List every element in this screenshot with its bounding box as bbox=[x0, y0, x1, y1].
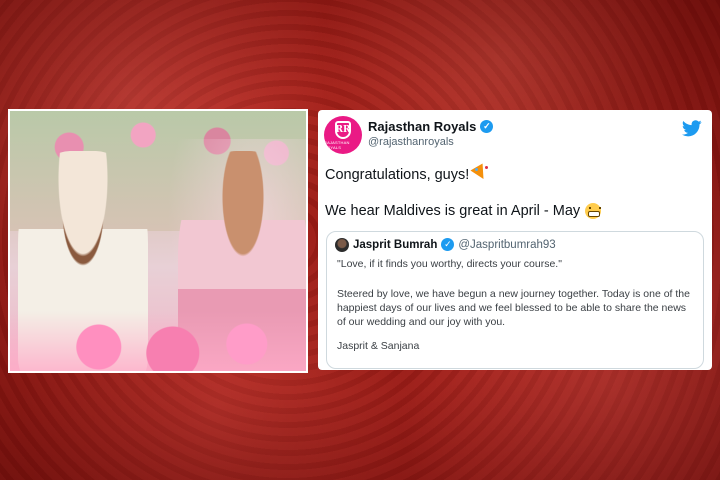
tweet-card[interactable]: RR RAJASTHAN ROYALS Rajasthan Royals ✓ @… bbox=[318, 110, 712, 370]
quoted-name[interactable]: Jasprit Bumrah bbox=[353, 239, 437, 251]
quoted-avatar[interactable] bbox=[335, 238, 349, 252]
account-handle[interactable]: @rajasthanroyals bbox=[368, 136, 454, 148]
verified-icon: ✓ bbox=[480, 120, 494, 133]
quoted-signature: Jasprit & Sanjana bbox=[337, 340, 420, 353]
party-popper-emoji bbox=[470, 163, 491, 184]
tweet-line-2: We hear Maldives is great in April - May bbox=[325, 203, 602, 219]
quoted-tweet[interactable]: Jasprit Bumrah ✓ @Jaspritbumrah93 "Love,… bbox=[326, 231, 704, 369]
avatar-crest: RR bbox=[335, 120, 351, 139]
account-avatar[interactable]: RR RAJASTHAN ROYALS bbox=[324, 116, 362, 154]
quoted-header: Jasprit Bumrah ✓ @Jaspritbumrah93 bbox=[353, 238, 556, 251]
grimace-emoji bbox=[585, 203, 602, 219]
photo-flowers bbox=[10, 311, 306, 371]
tweet-line-1-text: Congratulations, guys! bbox=[325, 167, 470, 183]
avatar-caption: RAJASTHAN ROYALS bbox=[324, 139, 350, 150]
wedding-photo bbox=[8, 109, 308, 373]
quoted-quote: "Love, if it finds you worthy, directs y… bbox=[337, 258, 562, 270]
tweet-line-1: Congratulations, guys! bbox=[325, 163, 491, 184]
account-name[interactable]: Rajasthan Royals ✓ bbox=[368, 119, 494, 134]
quoted-paragraph: Steered by love, we have begun a new jou… bbox=[337, 287, 690, 328]
twitter-bird-icon[interactable] bbox=[682, 120, 702, 137]
account-name-label: Rajasthan Royals bbox=[368, 119, 477, 134]
verified-icon: ✓ bbox=[441, 238, 455, 251]
quoted-body: "Love, if it finds you worthy, directs y… bbox=[337, 258, 697, 365]
quoted-handle[interactable]: @Jaspritbumrah93 bbox=[458, 239, 555, 251]
tweet-line-2-text: We hear Maldives is great in April - May bbox=[325, 203, 581, 219]
